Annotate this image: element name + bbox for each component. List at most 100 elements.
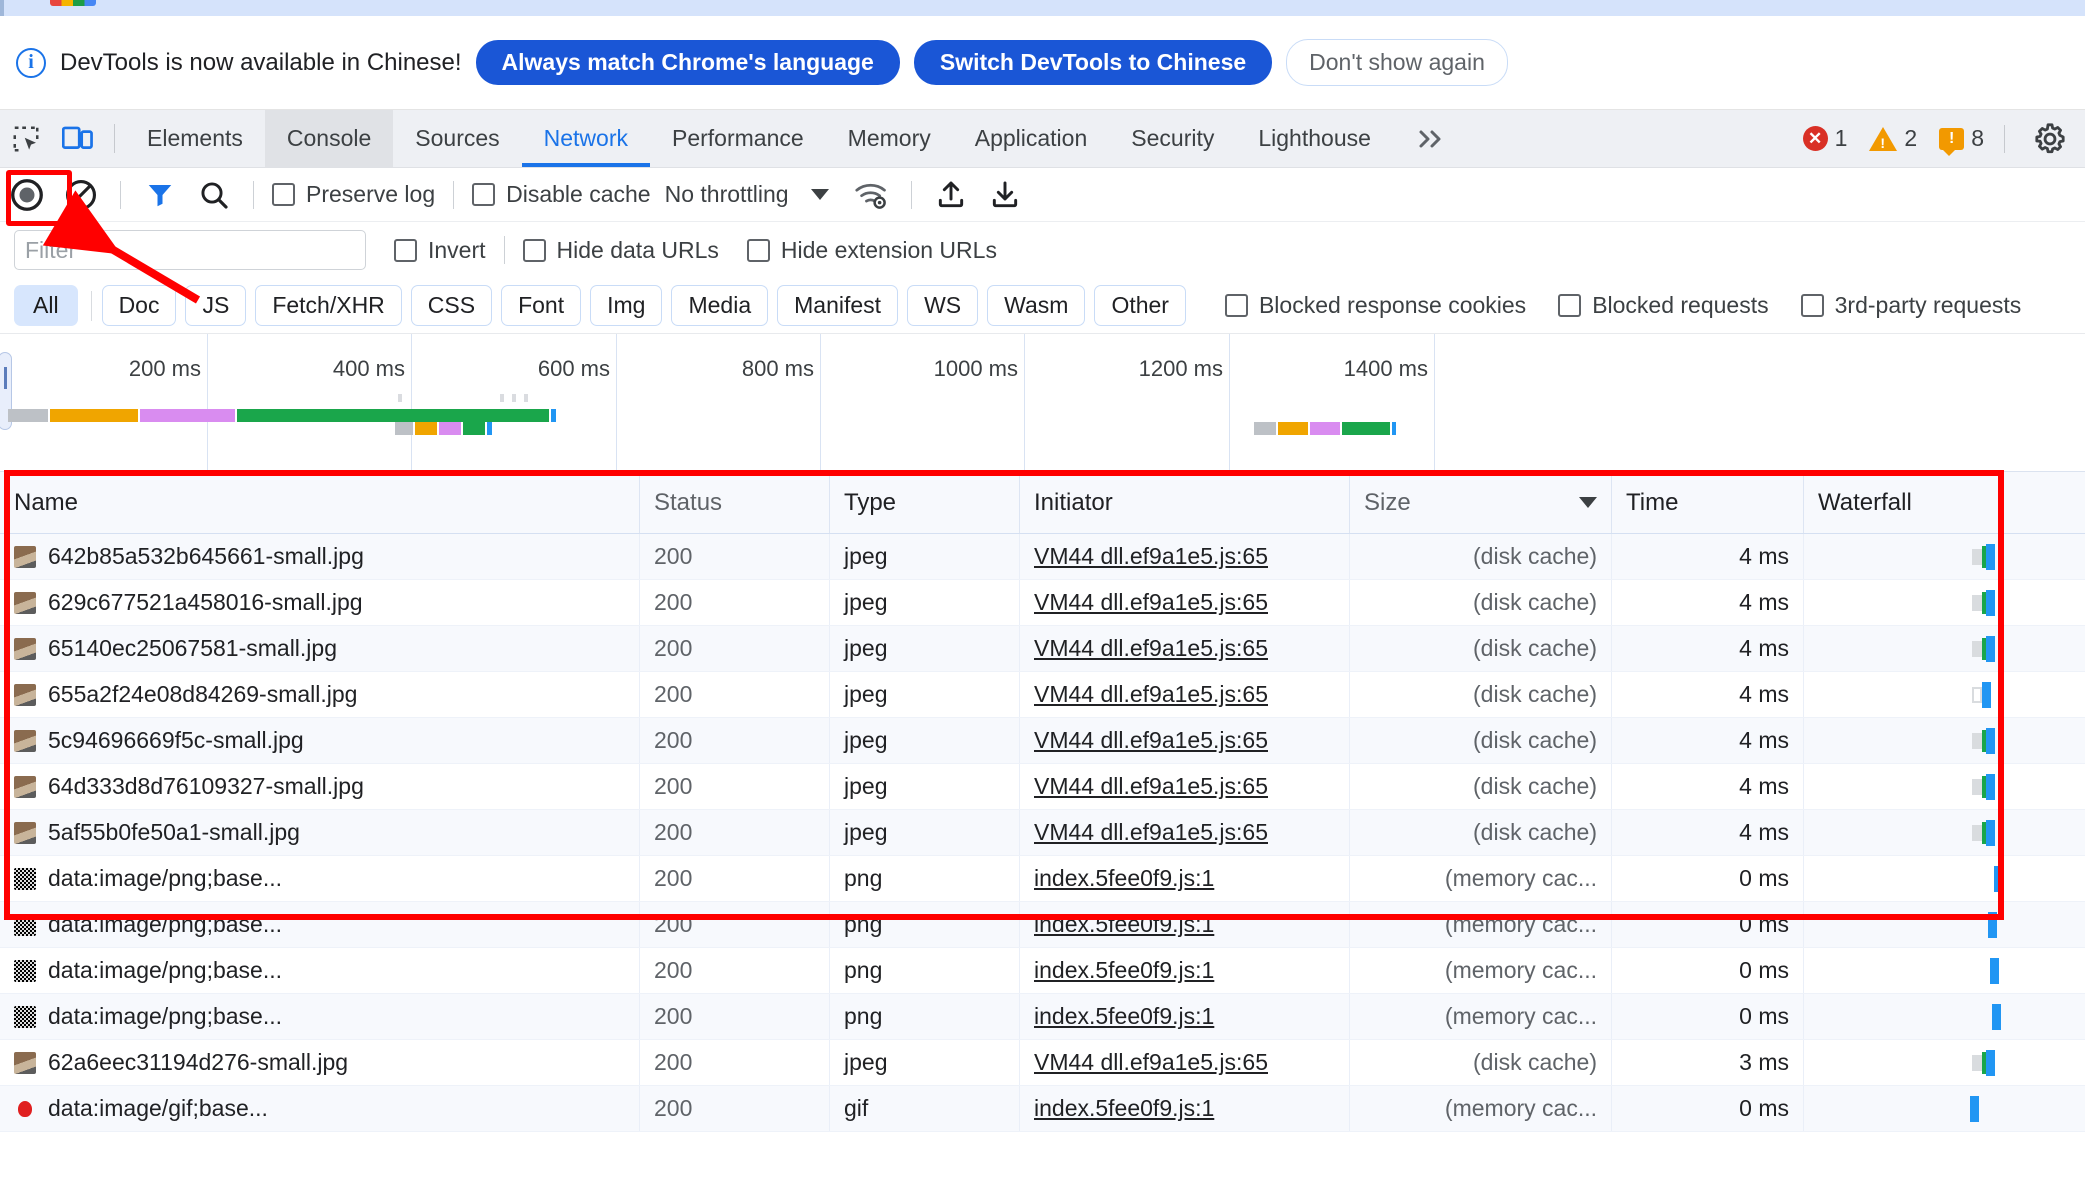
chip-media[interactable]: Media	[671, 285, 769, 326]
chip-css[interactable]: CSS	[410, 285, 493, 326]
tab-security[interactable]: Security	[1109, 110, 1236, 167]
device-toolbar-icon[interactable]	[52, 110, 104, 167]
chip-js[interactable]: JS	[185, 285, 247, 326]
search-magnifier-icon[interactable]	[187, 168, 241, 222]
table-row[interactable]: 629c677521a458016-small.jpg 200 jpeg VM44 d…	[0, 580, 2085, 626]
table-row[interactable]: data:image/png;base... 200 png index.5fee0f…	[0, 902, 2085, 948]
table-row[interactable]: 642b85a532b645661-small.jpg 200 jpeg VM44 d…	[0, 534, 2085, 580]
tab-console[interactable]: Console	[264, 110, 394, 167]
throttling-select[interactable]: No throttling	[657, 181, 789, 208]
filter-input[interactable]	[14, 230, 366, 270]
cell-initiator[interactable]: VM44 dll.ef9a1e5.js:65	[1020, 764, 1350, 809]
blocked-requests-checkbox[interactable]: Blocked requests	[1552, 292, 1774, 319]
cell-initiator[interactable]: VM44 dll.ef9a1e5.js:65	[1020, 534, 1350, 579]
overview-bar-segment	[463, 422, 485, 435]
cell-initiator[interactable]: VM44 dll.ef9a1e5.js:65	[1020, 580, 1350, 625]
table-row[interactable]: 62a6eec31194d276-small.jpg 200 jpeg VM44 dl…	[0, 1040, 2085, 1086]
table-row[interactable]: 5af55b0fe50a1-small.jpg 200 jpeg VM44 dll.e…	[0, 810, 2085, 856]
cell-initiator-value[interactable]: VM44 dll.ef9a1e5.js:65	[1034, 773, 1268, 800]
inspect-element-icon[interactable]	[0, 110, 52, 167]
table-row[interactable]: 64d333d8d76109327-small.jpg 200 jpeg VM44 d…	[0, 764, 2085, 810]
column-header-type[interactable]: Type	[830, 472, 1020, 533]
switch-devtools-to-chinese-button[interactable]: Switch DevTools to Chinese	[913, 40, 1273, 85]
disable-cache-checkbox[interactable]: Disable cache	[466, 181, 656, 208]
cell-initiator[interactable]: VM44 dll.ef9a1e5.js:65	[1020, 810, 1350, 855]
dont-show-again-button[interactable]: Don't show again	[1286, 39, 1508, 86]
network-overview-timeline[interactable]: 200 ms 400 ms 600 ms 800 ms 1000 ms 1200 ms 14…	[0, 334, 2085, 472]
record-button-icon[interactable]	[0, 168, 54, 222]
cell-initiator[interactable]: index.5fee0f9.js:1	[1020, 1086, 1350, 1131]
preserve-log-checkbox[interactable]: Preserve log	[266, 181, 441, 208]
chip-other[interactable]: Other	[1094, 285, 1186, 326]
table-row[interactable]: 5c94696669f5c-small.jpg 200 jpeg VM44 dll.e…	[0, 718, 2085, 764]
wifi-settings-icon[interactable]	[845, 168, 899, 222]
upload-har-icon[interactable]	[924, 168, 978, 222]
table-row[interactable]: data:image/gif;base... 200 gif index.5fee0f…	[0, 1086, 2085, 1132]
always-match-chrome-language-button[interactable]: Always match Chrome's language	[475, 40, 900, 85]
column-header-time[interactable]: Time	[1612, 472, 1804, 533]
column-header-size[interactable]: Size	[1350, 472, 1612, 533]
cell-initiator[interactable]: VM44 dll.ef9a1e5.js:65	[1020, 672, 1350, 717]
tab-sources[interactable]: Sources	[393, 110, 521, 167]
cell-initiator-value[interactable]: VM44 dll.ef9a1e5.js:65	[1034, 727, 1268, 754]
chip-all[interactable]: All	[14, 285, 78, 326]
table-row[interactable]: data:image/png;base... 200 png index.5fee0f…	[0, 994, 2085, 1040]
tab-application[interactable]: Application	[953, 110, 1110, 167]
hide-data-urls-checkbox[interactable]: Hide data URLs	[517, 237, 725, 264]
chevron-double-right-icon[interactable]	[1393, 110, 1471, 167]
cell-initiator-value[interactable]: VM44 dll.ef9a1e5.js:65	[1034, 819, 1268, 846]
cell-initiator-value[interactable]: index.5fee0f9.js:1	[1034, 911, 1214, 938]
cell-initiator-value[interactable]: index.5fee0f9.js:1	[1034, 957, 1214, 984]
tab-memory[interactable]: Memory	[826, 110, 953, 167]
table-row[interactable]: data:image/png;base... 200 png index.5fee0f…	[0, 948, 2085, 994]
invert-checkbox[interactable]: Invert	[388, 237, 492, 264]
cell-initiator[interactable]: index.5fee0f9.js:1	[1020, 948, 1350, 993]
cell-initiator-value[interactable]: index.5fee0f9.js:1	[1034, 1003, 1214, 1030]
cell-initiator[interactable]: index.5fee0f9.js:1	[1020, 856, 1350, 901]
cell-initiator[interactable]: VM44 dll.ef9a1e5.js:65	[1020, 1040, 1350, 1085]
gear-icon[interactable]	[2025, 122, 2075, 156]
column-header-status[interactable]: Status	[640, 472, 830, 533]
chip-doc[interactable]: Doc	[101, 285, 177, 326]
cell-initiator-value[interactable]: VM44 dll.ef9a1e5.js:65	[1034, 635, 1268, 662]
cell-initiator[interactable]: VM44 dll.ef9a1e5.js:65	[1020, 718, 1350, 763]
warning-badge[interactable]: 2	[1869, 125, 1917, 152]
tab-network[interactable]: Network	[521, 110, 651, 167]
chip-manifest[interactable]: Manifest	[777, 285, 899, 326]
cell-initiator-value[interactable]: index.5fee0f9.js:1	[1034, 865, 1214, 892]
cell-initiator[interactable]: index.5fee0f9.js:1	[1020, 994, 1350, 1039]
waterfall-bar	[1972, 727, 1995, 754]
filter-funnel-icon[interactable]	[133, 168, 187, 222]
blocked-response-cookies-checkbox[interactable]: Blocked response cookies	[1219, 292, 1532, 319]
cell-initiator[interactable]: VM44 dll.ef9a1e5.js:65	[1020, 626, 1350, 671]
cell-initiator-value[interactable]: VM44 dll.ef9a1e5.js:65	[1034, 1049, 1268, 1076]
chip-wasm[interactable]: Wasm	[987, 285, 1086, 326]
hide-extension-urls-checkbox[interactable]: Hide extension URLs	[741, 237, 1003, 264]
table-row[interactable]: 655a2f24e08d84269-small.jpg 200 jpeg VM44 d…	[0, 672, 2085, 718]
column-header-waterfall[interactable]: Waterfall	[1804, 472, 2085, 533]
cell-initiator-value[interactable]: VM44 dll.ef9a1e5.js:65	[1034, 589, 1268, 616]
cell-type: jpeg	[830, 580, 1020, 625]
error-badge[interactable]: ✕ 1	[1802, 125, 1847, 152]
cell-initiator-value[interactable]: index.5fee0f9.js:1	[1034, 1095, 1214, 1122]
clear-network-log-icon[interactable]	[54, 168, 108, 222]
chip-ws[interactable]: WS	[907, 285, 979, 326]
chip-img[interactable]: Img	[590, 285, 663, 326]
chip-font[interactable]: Font	[501, 285, 582, 326]
table-row[interactable]: data:image/png;base... 200 png index.5fee0f…	[0, 856, 2085, 902]
chip-fetch-xhr[interactable]: Fetch/XHR	[255, 285, 402, 326]
third-party-requests-checkbox[interactable]: 3rd-party requests	[1795, 292, 2028, 319]
cell-initiator-value[interactable]: VM44 dll.ef9a1e5.js:65	[1034, 681, 1268, 708]
tab-performance[interactable]: Performance	[650, 110, 826, 167]
tab-elements[interactable]: Elements	[125, 110, 265, 167]
cell-status: 200	[640, 994, 830, 1039]
column-header-name[interactable]: Name	[0, 472, 640, 533]
info-badge[interactable]: ! 8	[1939, 125, 1984, 156]
column-header-initiator[interactable]: Initiator	[1020, 472, 1350, 533]
download-har-icon[interactable]	[978, 168, 1032, 222]
tab-lighthouse[interactable]: Lighthouse	[1236, 110, 1393, 167]
cell-initiator-value[interactable]: VM44 dll.ef9a1e5.js:65	[1034, 543, 1268, 570]
table-row[interactable]: 65140ec25067581-small.jpg 200 jpeg VM44 dll…	[0, 626, 2085, 672]
cell-initiator[interactable]: index.5fee0f9.js:1	[1020, 902, 1350, 947]
chevron-down-icon[interactable]	[810, 189, 829, 200]
